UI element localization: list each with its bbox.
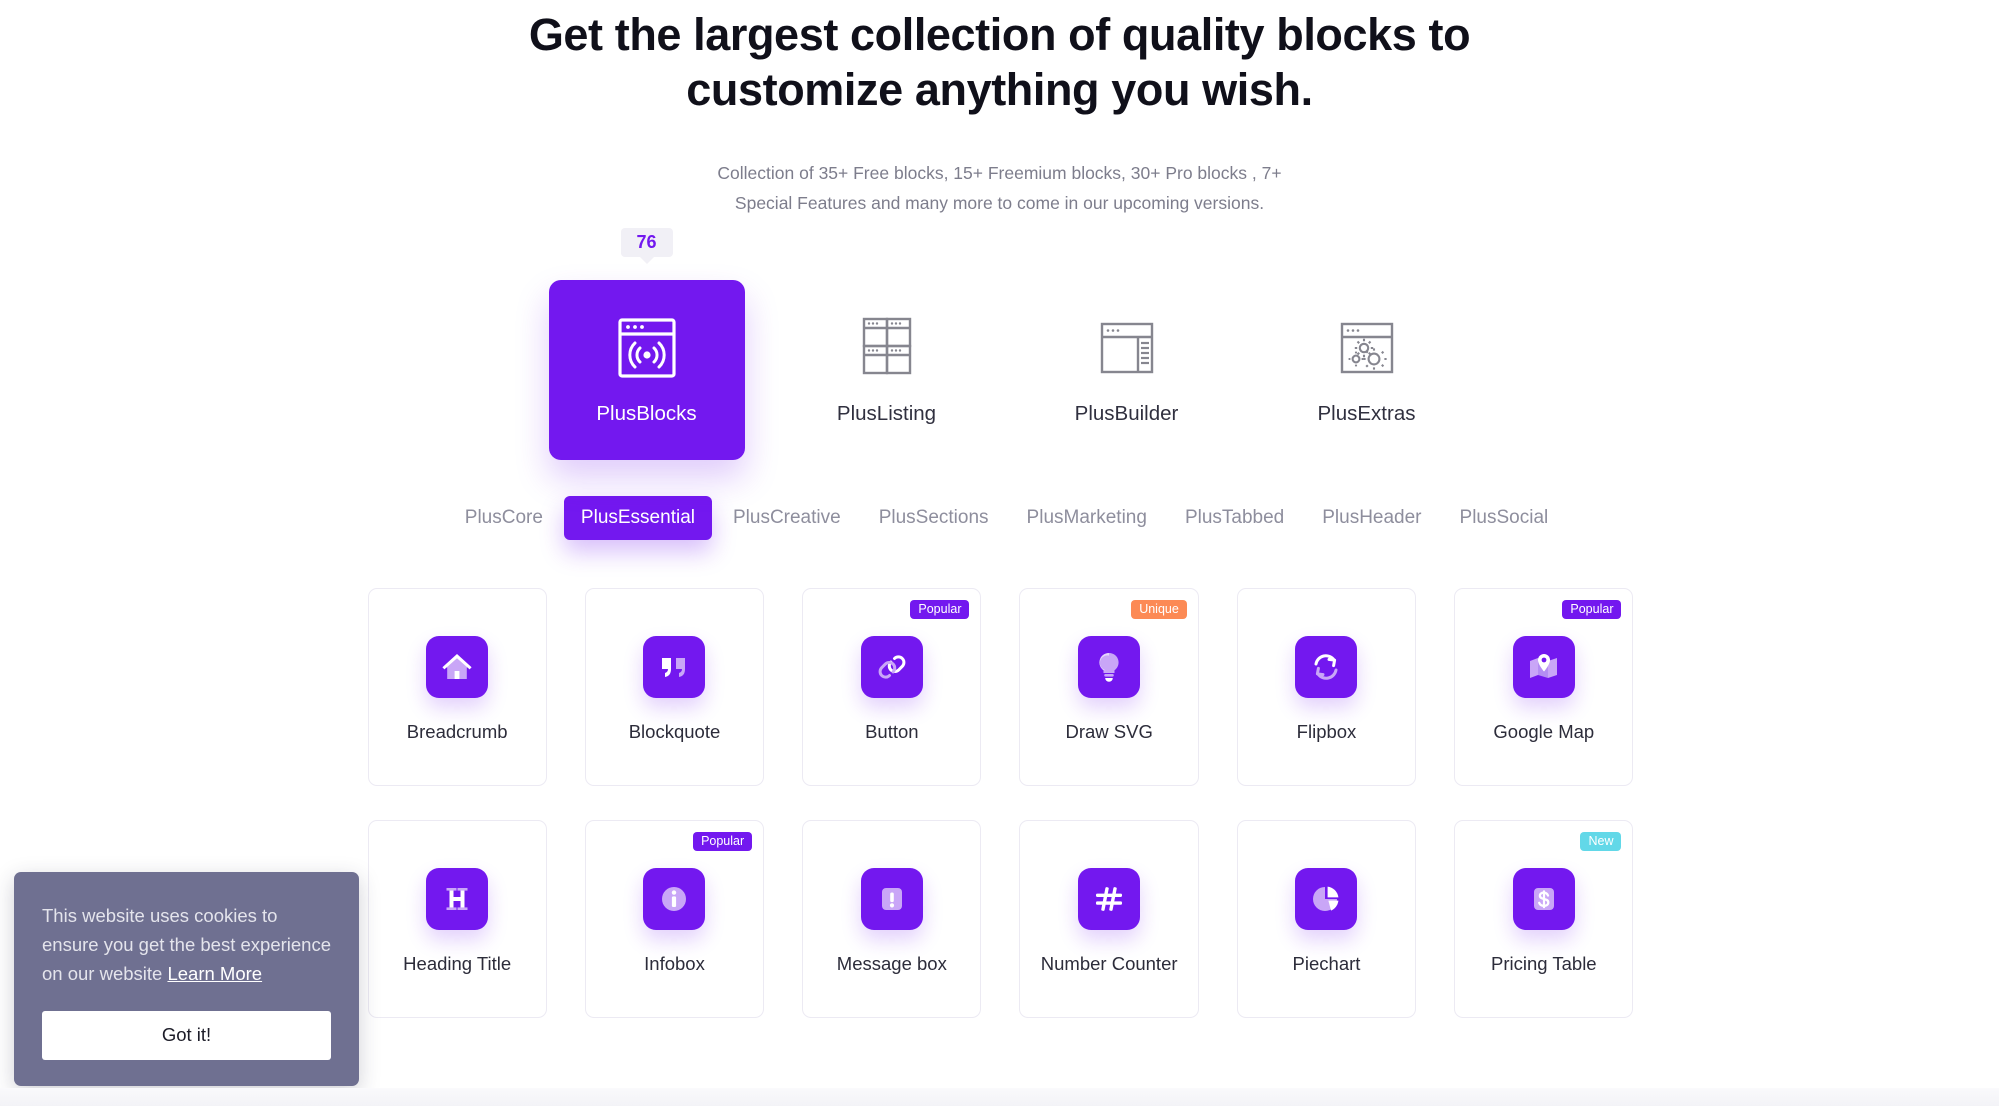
category-label: PlusBlocks [596, 401, 697, 425]
tab-plusheader[interactable]: PlusHeader [1305, 496, 1438, 540]
status-badge: Popular [693, 831, 753, 852]
grid-windows-icon [850, 314, 924, 382]
status-badge: Popular [1562, 599, 1622, 620]
cookie-message: This website uses cookies to ensure you … [42, 902, 331, 989]
category-tabs: PlusCore PlusEssential PlusCreative Plus… [0, 495, 1999, 540]
page-title-line-2: customize anything you wish. [686, 63, 1313, 115]
quote-icon [643, 636, 706, 699]
tab-pluscreative[interactable]: PlusCreative [716, 496, 858, 540]
dollar-icon [1512, 868, 1575, 931]
block-label: Button [865, 721, 919, 743]
page-title: Get the largest collection of quality bl… [500, 8, 1500, 118]
category-plusblocks[interactable]: 76 PlusBlocks [548, 227, 745, 460]
block-card-infobox[interactable]: Popular Infobox [584, 819, 765, 1018]
block-card-heading-title[interactable]: Heading Title [367, 819, 547, 1018]
exclamation-icon [860, 868, 923, 931]
block-card-number-counter[interactable]: Number Counter [1019, 819, 1199, 1018]
block-label: Piechart [1292, 953, 1361, 975]
page-root: Get the largest collection of quality bl… [0, 0, 1999, 1106]
info-circle-icon [643, 868, 706, 931]
block-label: Flipbox [1296, 721, 1357, 743]
block-label: Draw SVG [1065, 721, 1153, 743]
category-label: PlusListing [836, 401, 937, 425]
category-plusbuilder[interactable]: PlusBuilder [1029, 280, 1225, 460]
category-tiles: 76 PlusBlocks PlusListing PlusBuilder Pl… [0, 227, 1999, 460]
block-label: Number Counter [1040, 953, 1178, 975]
block-label: Breadcrumb [406, 721, 508, 743]
lightbulb-icon [1078, 636, 1141, 699]
category-plusextras[interactable]: PlusExtras [1269, 280, 1465, 460]
flip-arrows-icon [1295, 636, 1358, 699]
window-gears-icon [1330, 314, 1404, 382]
window-sidebar-icon [1090, 314, 1164, 382]
block-card-button[interactable]: Popular Button [802, 587, 982, 786]
block-card-google-map[interactable]: Popular Google Map [1454, 587, 1634, 786]
hero-subtitle: Collection of 35+ Free blocks, 15+ Freem… [0, 158, 1999, 218]
block-label: Infobox [644, 953, 705, 975]
learn-more-link[interactable]: Learn More [167, 963, 262, 984]
category-tile-surface[interactable]: PlusListing [789, 280, 985, 460]
status-badge: Unique [1131, 599, 1187, 620]
block-card-draw-svg[interactable]: Unique Draw SVG [1019, 587, 1199, 786]
block-label: Google Map [1493, 721, 1595, 743]
block-card-flipbox[interactable]: Flipbox [1236, 587, 1417, 786]
block-label: Pricing Table [1491, 953, 1597, 975]
map-pin-icon [1512, 636, 1575, 699]
heading-h-icon [426, 868, 489, 931]
block-card-message-box[interactable]: Message box [802, 819, 982, 1018]
tab-plussections[interactable]: PlusSections [862, 496, 1006, 540]
status-badge: New [1580, 831, 1622, 852]
tab-pluscore[interactable]: PlusCore [448, 496, 560, 540]
page-title-line-1: Get the largest collection of quality bl… [528, 9, 1471, 60]
window-signal-icon [610, 314, 684, 382]
pie-chart-icon [1295, 868, 1358, 931]
blocks-count-badge: 76 [620, 227, 673, 257]
got-it-button[interactable]: Got it! [42, 1011, 331, 1060]
category-pluslisting[interactable]: PlusListing [789, 280, 985, 460]
block-card-piechart[interactable]: Piechart [1236, 819, 1417, 1018]
blocks-grid: Breadcrumb Blockquote Popular Button Uni… [366, 587, 1634, 1018]
hero-subtitle-line-1: Collection of 35+ Free blocks, 15+ Freem… [717, 162, 1282, 183]
block-card-blockquote[interactable]: Blockquote [584, 587, 765, 786]
block-card-pricing-table[interactable]: New Pricing Table [1454, 819, 1634, 1018]
tab-plustabbed[interactable]: PlusTabbed [1168, 496, 1301, 540]
tab-plusmarketing[interactable]: PlusMarketing [1010, 496, 1164, 540]
category-tile-surface[interactable]: PlusExtras [1269, 280, 1465, 460]
hash-icon [1078, 868, 1141, 931]
category-tile-surface[interactable]: PlusBlocks [548, 279, 745, 460]
tab-plusessential[interactable]: PlusEssential [563, 495, 712, 540]
hero-section: Get the largest collection of quality bl… [0, 0, 1999, 218]
category-label: PlusBuilder [1074, 401, 1179, 425]
home-icon [426, 636, 489, 699]
block-label: Heading Title [403, 953, 512, 975]
bottom-band [0, 1088, 1999, 1106]
category-tile-surface[interactable]: PlusBuilder [1029, 280, 1225, 460]
tab-plussocial[interactable]: PlusSocial [1443, 496, 1566, 540]
block-label: Blockquote [628, 721, 721, 743]
category-label: PlusExtras [1317, 401, 1416, 425]
block-card-breadcrumb[interactable]: Breadcrumb [367, 587, 547, 786]
cookie-consent-banner: This website uses cookies to ensure you … [14, 872, 359, 1086]
block-label: Message box [836, 953, 947, 975]
link-icon [860, 636, 923, 699]
status-badge: Popular [910, 599, 970, 620]
hero-subtitle-line-2: Special Features and many more to come i… [734, 192, 1265, 213]
